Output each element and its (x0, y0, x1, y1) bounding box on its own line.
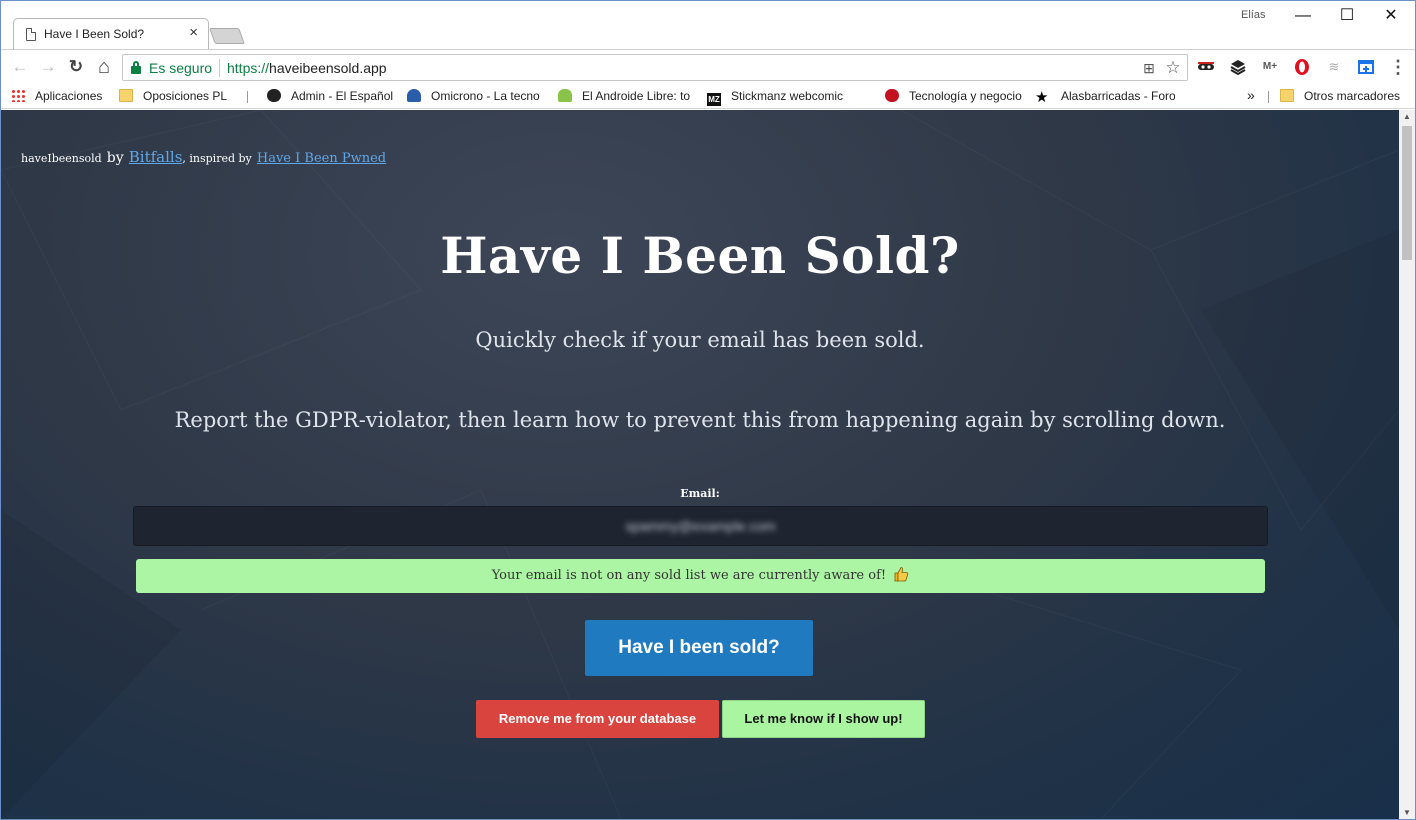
thumbs-up-icon (894, 567, 909, 582)
document-icon (26, 28, 36, 41)
page-subtitle: Quickly check if your email has been sol… (475, 328, 925, 352)
credit-site-name: haveIbeensold (21, 152, 102, 165)
url-scheme: https:// (227, 60, 270, 76)
bookmark-separator (247, 91, 248, 103)
credit-inspired: , inspired by (182, 152, 252, 165)
bookmark-androide-libre[interactable]: El Androide Libre: to (558, 89, 694, 107)
url-text[interactable]: https://haveibeensold.app (227, 60, 387, 76)
bitfalls-link[interactable]: Bitfalls (129, 148, 183, 166)
email-label: Email: (680, 487, 720, 500)
check-button[interactable]: Have I been sold? (585, 620, 813, 676)
home-icon[interactable]: ⌂ (93, 56, 115, 78)
browser-toolbar: ← → ↻ ⌂ Es seguro https://haveibeensold.… (1, 49, 1415, 85)
mask-icon[interactable] (1197, 58, 1215, 76)
bookmark-oposiciones[interactable]: Oposiciones PL (119, 89, 235, 107)
mz-icon: MZ (707, 93, 721, 106)
apps-grid-icon (11, 89, 25, 102)
bookmark-tecnologia[interactable]: Tecnología y negocio (885, 89, 1025, 107)
address-bar[interactable]: Es seguro https://haveibeensold.app ⊞ ☆ (122, 54, 1188, 81)
reload-icon[interactable]: ↻ (65, 56, 87, 78)
tab-title: Have I Been Sold? (44, 27, 145, 41)
bookmark-star-icon[interactable]: ☆ (1163, 58, 1183, 78)
url-host: haveibeensold.app (269, 60, 387, 76)
bookmark-stickmanz[interactable]: MZ Stickmanz webcomic (707, 89, 847, 107)
status-alert: Your email is not on any sold list we ar… (136, 559, 1265, 593)
translate-icon[interactable]: ⊞ (1139, 58, 1159, 78)
bookmarks-bar: Aplicaciones Oposiciones PL Admin - El E… (1, 85, 1415, 109)
tab-close-icon[interactable]: × (189, 24, 198, 41)
browser-window: Have I Been Sold? × Elías — ☐ ✕ ← → ↻ ⌂ … (0, 0, 1416, 820)
minimize-button[interactable]: — (1281, 3, 1325, 29)
notify-button[interactable]: Let me know if I show up! (722, 700, 925, 738)
maximize-button[interactable]: ☐ (1325, 3, 1369, 29)
scroll-up-icon[interactable]: ▲ (1403, 112, 1411, 121)
scroll-down-icon[interactable]: ▼ (1403, 808, 1411, 817)
omicrono-icon (407, 89, 421, 102)
security-label[interactable]: Es seguro (149, 60, 212, 76)
hibp-link[interactable]: Have I Been Pwned (257, 151, 386, 166)
bookmark-admin-el-espanol[interactable]: Admin - El Español (267, 89, 397, 107)
bookmark-otros-marcadores[interactable]: Otros marcadores (1280, 89, 1410, 107)
forward-arrow-icon[interactable]: → (37, 56, 59, 78)
m-plus-icon[interactable]: M+ (1261, 58, 1279, 76)
bug-icon (885, 89, 899, 102)
lion-icon (267, 89, 281, 102)
profile-name[interactable]: Elías (1241, 9, 1265, 21)
android-icon (558, 89, 572, 102)
email-input[interactable]: spammy@example.com (133, 506, 1268, 546)
back-arrow-icon[interactable]: ← (9, 56, 31, 78)
star-icon: ★ (1035, 89, 1049, 106)
remove-button[interactable]: Remove me from your database (476, 700, 719, 738)
bookmark-aplicaciones[interactable]: Aplicaciones (11, 89, 111, 107)
tab-strip: Have I Been Sold? × Elías — ☐ ✕ (1, 1, 1415, 49)
opera-icon[interactable] (1293, 58, 1311, 76)
report-text: Report the GDPR-violator, then learn how… (174, 408, 1226, 432)
site-credit: haveIbeensold by Bitfalls, inspired by H… (21, 147, 386, 166)
page-scrollbar[interactable]: ▲ ▼ (1399, 110, 1415, 819)
bookmark-alasbarricadas[interactable]: ★ Alasbarricadas - Foro (1035, 89, 1175, 107)
alert-text: Your email is not on any sold list we ar… (491, 568, 887, 583)
page-title: Have I Been Sold? (440, 226, 960, 285)
credit-by: by (106, 150, 124, 166)
layers-icon[interactable] (1229, 58, 1247, 76)
window-icon[interactable] (1357, 58, 1375, 76)
page-content: haveIbeensold by Bitfalls, inspired by H… (1, 110, 1399, 819)
bookmark-omicrono[interactable]: Omicrono - La tecno (407, 89, 545, 107)
folder-icon (119, 89, 133, 102)
address-divider (219, 59, 220, 77)
close-window-button[interactable]: ✕ (1369, 3, 1413, 29)
bookmarks-overflow-icon[interactable]: » (1247, 87, 1255, 105)
tab-active[interactable]: Have I Been Sold? × (13, 18, 209, 49)
menu-icon[interactable]: ⋮ (1389, 58, 1407, 76)
bookmark-separator (1268, 91, 1269, 103)
scroll-thumb[interactable] (1402, 126, 1412, 260)
new-tab-button[interactable] (209, 28, 245, 44)
lock-icon (131, 61, 141, 74)
link-icon[interactable]: ≋ (1325, 58, 1343, 76)
email-value: spammy@example.com (625, 518, 776, 534)
folder-icon (1280, 89, 1294, 102)
